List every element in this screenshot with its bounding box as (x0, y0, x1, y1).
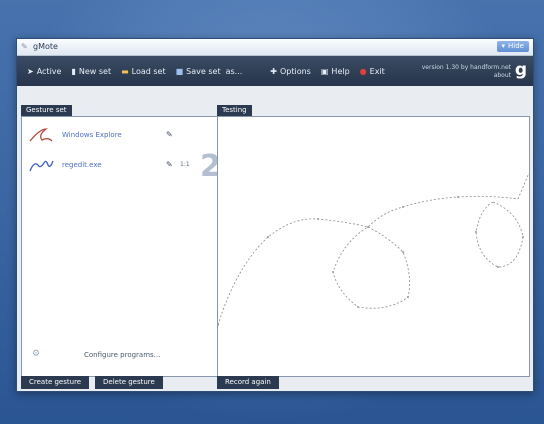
delete-gesture-button[interactable]: Delete gesture (95, 376, 163, 389)
hide-label: Hide (508, 42, 524, 50)
exit-label: Exit (369, 66, 385, 76)
save-set-label: Save set (186, 66, 221, 76)
new-set-button[interactable]: ▮ New set (71, 67, 111, 76)
hide-icon: ▾ (501, 42, 506, 50)
save-set-button[interactable]: ■ Save set (176, 67, 221, 76)
help-icon: ▣ (320, 66, 329, 76)
options-button[interactable]: ✚ Options (270, 67, 311, 76)
save-as-label: as... (225, 66, 243, 76)
folder-icon: ▬ (121, 66, 129, 76)
load-set-label: Load set (131, 66, 166, 76)
gesture-set-header: Gesture set (21, 105, 72, 116)
gesture-trace (218, 172, 529, 326)
options-icon: ✚ (270, 66, 277, 76)
testing-header: Testing (217, 105, 252, 116)
options-label: Options (279, 66, 311, 76)
record-again-button[interactable]: Record again (217, 376, 279, 389)
gmote-window: ✎ gMote ▾ Hide ➤ Active ▮ New set ▬ Load… (16, 38, 534, 392)
window-title: gMote (33, 42, 58, 51)
help-label: Help (331, 66, 350, 76)
edit-gesture-icon[interactable]: ✎ (166, 160, 173, 169)
version-info: version 1.30 by handform.net about (422, 64, 511, 80)
configure-programs-link[interactable]: Configure programs... (84, 351, 160, 359)
create-gesture-button[interactable]: Create gesture (21, 376, 90, 389)
configure-programs[interactable]: ⚙ Configure programs... (32, 349, 212, 361)
gesture-set-panel: Windows Explore ✎ regedit.exe ✎ 1:1 2 ⚙ … (21, 116, 221, 377)
gesture-name: regedit.exe (62, 161, 102, 169)
save-icon: ■ (175, 66, 184, 76)
version-text: version 1.30 by handform.net (421, 64, 511, 71)
gesture-count: 1:1 (180, 161, 190, 168)
active-label: Active (36, 66, 62, 76)
testing-canvas[interactable] (217, 116, 530, 377)
gesture-row[interactable]: regedit.exe ✎ 1:1 (28, 155, 213, 175)
gesture-row[interactable]: Windows Explore ✎ (28, 125, 213, 145)
about-link[interactable]: about (422, 72, 511, 80)
gesture-thumbnail-icon (29, 160, 54, 172)
configure-icon: ⚙ (32, 349, 41, 359)
app-icon: ✎ (21, 42, 28, 51)
brand-logo: g (514, 60, 527, 80)
new-document-icon: ▮ (71, 66, 76, 76)
gesture-thumbnail-icon (29, 128, 53, 142)
exit-icon: ● (359, 66, 367, 76)
cursor-icon: ➤ (27, 66, 34, 76)
hide-button[interactable]: ▾ Hide (496, 41, 529, 52)
active-toggle[interactable]: ➤ Active (27, 67, 61, 76)
new-set-label: New set (78, 66, 112, 76)
save-as-button[interactable]: as... (226, 67, 243, 76)
gesture-name: Windows Explore (62, 131, 122, 139)
load-set-button[interactable]: ▬ Load set (121, 67, 166, 76)
toolbar: ➤ Active ▮ New set ▬ Load set ■ Save set… (17, 56, 533, 86)
exit-button[interactable]: ● Exit (360, 67, 385, 76)
title-bar: ✎ gMote ▾ Hide (17, 39, 533, 56)
help-button[interactable]: ▣ Help (321, 67, 350, 76)
edit-gesture-icon[interactable]: ✎ (166, 130, 173, 139)
